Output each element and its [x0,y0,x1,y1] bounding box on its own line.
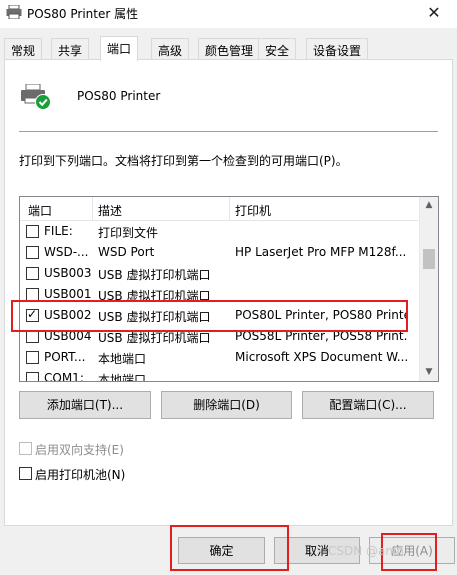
printer-pooling-checkbox[interactable] [19,467,32,480]
port-printer: Microsoft XPS Document W... [235,350,407,364]
window-title: POS80 Printer 属性 [27,7,139,21]
watermark: CSDN @anln [328,544,404,558]
port-checkbox[interactable] [26,351,39,364]
port-checkbox[interactable] [26,267,39,280]
title-bar: POS80 Printer 属性 ✕ [0,0,457,28]
port-checkbox[interactable] [26,372,39,381]
printer-pooling-label[interactable]: 启用打印机池(N) [35,466,125,483]
annotation-highlight-row [11,300,408,332]
column-header-description[interactable]: 描述 [98,202,122,219]
scroll-up-arrow-icon[interactable]: ▲ [420,197,438,214]
port-name: USB001 [44,287,92,301]
port-row[interactable]: WSD-... WSD Port HP LaserJet Pro MFP M12… [20,242,418,263]
add-port-button[interactable]: 添加端口(T)... [19,391,151,419]
printer-name: POS80 Printer [77,89,161,103]
scroll-thumb[interactable] [423,249,435,269]
port-checkbox[interactable] [26,225,39,238]
tab-strip: 常规 共享 端口 高级 颜色管理 安全 设备设置 [4,36,453,61]
column-divider[interactable] [229,197,230,221]
port-list-header: 端口 描述 打印机 [20,197,418,221]
port-name: PORT... [44,350,86,364]
column-header-port[interactable]: 端口 [28,202,52,219]
port-description-text: 打印到下列端口。文档将打印到第一个检查到的可用端口(P)。 [19,154,348,168]
port-desc: 本地端口 [98,352,147,366]
annotation-highlight-ok [170,525,289,571]
port-desc: 本地端口 [98,373,147,382]
close-button[interactable]: ✕ [411,0,457,28]
port-desc: 打印到文件 [98,226,159,240]
port-printer: HP LaserJet Pro MFP M128f... [235,245,407,259]
printer-icon [6,5,22,19]
port-row[interactable]: USB003 USB 虚拟打印机端口 [20,263,418,284]
port-checkbox[interactable] [26,246,39,259]
delete-port-button[interactable]: 删除端口(D) [161,391,292,419]
port-name: USB003 [44,266,92,280]
port-name: WSD-... [44,245,89,259]
tab-device-settings[interactable]: 设备设置 [306,38,369,60]
column-divider[interactable] [92,197,93,221]
tab-general[interactable]: 常规 [4,38,43,60]
tab-ports[interactable]: 端口 [100,36,139,61]
tab-advanced[interactable]: 高级 [151,38,190,60]
bidirectional-checkbox [19,442,32,455]
port-list[interactable]: 端口 描述 打印机 FILE: 打印到文件 WSD-... WSD Port H… [19,196,439,382]
tab-security[interactable]: 安全 [258,38,297,60]
configure-port-button[interactable]: 配置端口(C)... [302,391,434,419]
tab-sharing[interactable]: 共享 [51,38,90,60]
port-row[interactable]: COM1: 本地端口 [20,368,418,382]
port-name: FILE: [44,224,73,238]
port-desc: USB 虚拟打印机端口 [98,268,211,282]
port-row[interactable]: FILE: 打印到文件 [20,221,418,242]
port-name: COM1: [44,371,84,382]
separator [19,131,438,132]
bidirectional-label: 启用双向支持(E) [35,443,124,457]
printer-default-icon [21,84,51,110]
vertical-scrollbar[interactable]: ▲ ▼ [419,197,438,381]
scroll-down-arrow-icon[interactable]: ▼ [420,364,438,381]
port-desc: WSD Port [98,245,155,259]
port-row[interactable]: PORT... 本地端口 Microsoft XPS Document W... [20,347,418,368]
column-header-printer[interactable]: 打印机 [235,202,271,219]
tab-color-management[interactable]: 颜色管理 [198,38,261,60]
